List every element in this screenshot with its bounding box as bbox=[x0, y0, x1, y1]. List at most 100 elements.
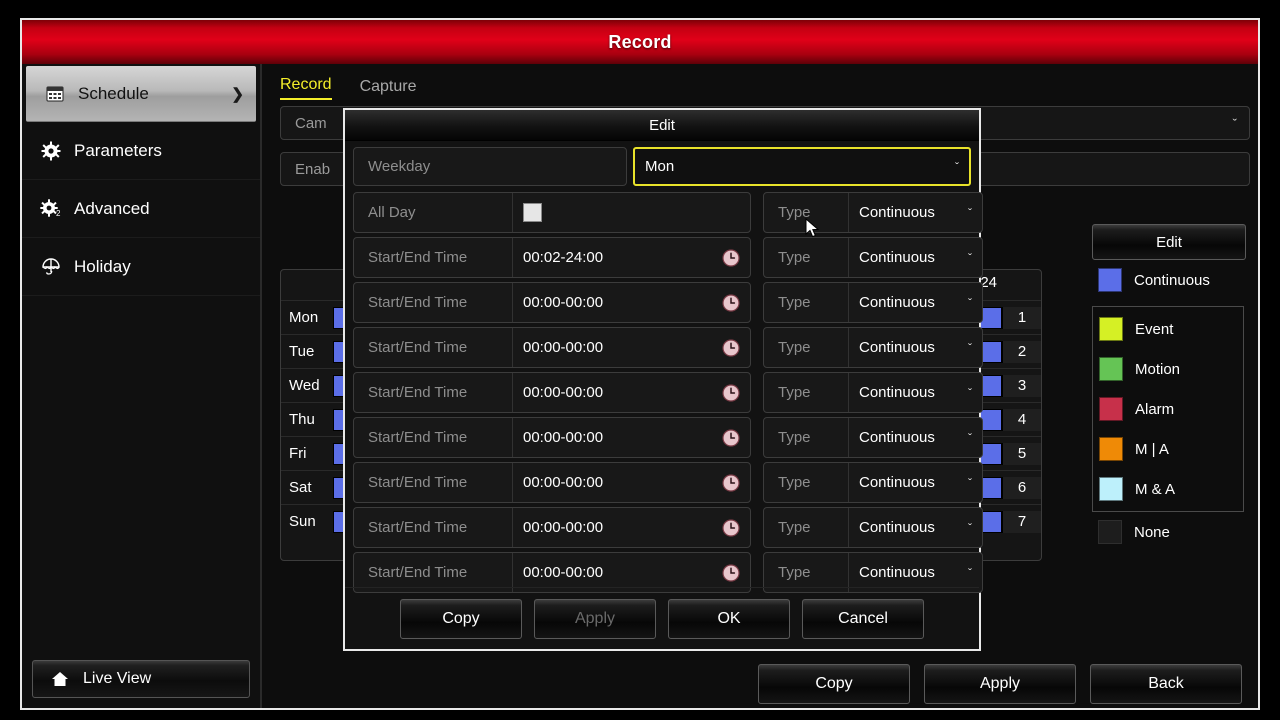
legend-row-continuous: Continuous bbox=[1092, 260, 1244, 300]
edit-button[interactable]: Edit bbox=[1092, 224, 1246, 260]
time-input[interactable]: 00:02-24:00 bbox=[512, 238, 750, 277]
start-end-label: Start/End Time bbox=[368, 384, 468, 401]
tab-capture[interactable]: Capture bbox=[360, 78, 417, 100]
legend-swatch bbox=[1099, 357, 1123, 381]
start-end-label-cell: Start/End Time bbox=[354, 283, 512, 322]
start-end-label: Start/End Time bbox=[368, 429, 468, 446]
back-button[interactable]: Back bbox=[1090, 664, 1242, 704]
sidebar-item-label: Advanced bbox=[74, 198, 150, 218]
legend-swatch bbox=[1098, 268, 1122, 292]
schedule-day-label: Tue bbox=[289, 343, 315, 360]
main-button-bar: Copy Apply Back bbox=[262, 656, 1258, 708]
schedule-row-number: 2 bbox=[1002, 340, 1041, 363]
legend-row-none: None bbox=[1092, 512, 1244, 552]
time-input[interactable]: 00:00-00:00 bbox=[512, 283, 750, 322]
time-input[interactable]: 00:00-00:00 bbox=[512, 328, 750, 367]
sidebar-item-schedule[interactable]: Schedule ❯ bbox=[26, 66, 256, 122]
schedule-row-number: 3 bbox=[1002, 374, 1041, 397]
dialog-copy-button[interactable]: Copy bbox=[400, 598, 522, 639]
type-value: Continuous bbox=[859, 249, 935, 266]
dialog-ok-button[interactable]: OK bbox=[668, 598, 790, 639]
type-label-cell: Type bbox=[764, 193, 848, 232]
start-end-label: Start/End Time bbox=[368, 474, 468, 491]
legend-label: M | A bbox=[1135, 440, 1169, 458]
chevron-down-icon: ˇ bbox=[968, 250, 972, 265]
clock-icon[interactable] bbox=[722, 338, 740, 357]
start-end-label: Start/End Time bbox=[368, 294, 468, 311]
dialog-apply-button[interactable]: Apply bbox=[534, 598, 656, 639]
legend-label: Motion bbox=[1135, 360, 1181, 378]
clock-icon[interactable] bbox=[722, 563, 740, 582]
schedule-row-number: 1 bbox=[1002, 306, 1041, 329]
clock-icon[interactable] bbox=[722, 428, 740, 447]
tab-record[interactable]: Record bbox=[280, 76, 332, 100]
gear-icon bbox=[40, 140, 62, 162]
clock-icon[interactable] bbox=[722, 293, 740, 312]
clock-icon[interactable] bbox=[722, 518, 740, 537]
type-label: Type bbox=[778, 204, 811, 221]
chevron-down-icon: ˇ bbox=[968, 340, 972, 355]
schedule-day-label: Fri bbox=[289, 445, 307, 462]
all-day-checkbox[interactable] bbox=[523, 203, 542, 222]
dialog-button-bar: Copy Apply OK Cancel bbox=[345, 587, 979, 649]
time-value: 00:00-00:00 bbox=[523, 564, 604, 581]
legend-label: Alarm bbox=[1135, 400, 1175, 418]
chevron-down-icon: ˇ bbox=[968, 520, 972, 535]
all-day-checkbox-cell[interactable] bbox=[512, 193, 750, 232]
clock-icon[interactable] bbox=[722, 383, 740, 402]
app-window: Record Schedule ❯ Parameters 2 Advanced … bbox=[20, 18, 1260, 710]
weekday-row: Weekday Mon ˇ bbox=[353, 147, 971, 186]
sidebar-item-label: Schedule bbox=[78, 83, 149, 103]
start-end-label-cell: Start/End Time bbox=[354, 418, 512, 457]
schedule-day-label: Sat bbox=[289, 479, 312, 496]
all-day-label: All Day bbox=[368, 204, 416, 221]
time-input[interactable]: 00:00-00:00 bbox=[512, 418, 750, 457]
type-select[interactable]: Continuous ˇ bbox=[848, 373, 982, 412]
sidebar-item-holiday[interactable]: Holiday bbox=[22, 238, 260, 296]
time-row: Start/End Time 00:00-00:00 Type Continuous ˇ bbox=[353, 552, 983, 593]
legend-label: Continuous bbox=[1134, 271, 1210, 289]
chevron-down-icon: ˇ bbox=[968, 475, 972, 490]
live-view-button[interactable]: Live View bbox=[32, 660, 250, 698]
legend-row: Event bbox=[1093, 309, 1243, 349]
time-input[interactable]: 00:00-00:00 bbox=[512, 463, 750, 502]
sidebar-item-advanced[interactable]: 2 Advanced bbox=[22, 180, 260, 238]
weekday-value: Mon bbox=[645, 158, 675, 175]
type-value: Continuous bbox=[859, 339, 935, 356]
type-select[interactable]: Continuous ˇ bbox=[848, 238, 982, 277]
weekday-select[interactable]: Mon ˇ bbox=[633, 147, 971, 186]
type-label-cell: Type bbox=[764, 238, 848, 277]
type-select[interactable]: Continuous ˇ bbox=[848, 463, 982, 502]
type-label: Type bbox=[778, 294, 811, 311]
type-label: Type bbox=[778, 564, 811, 581]
time-value: 00:00-00:00 bbox=[523, 339, 604, 356]
legend-label: None bbox=[1134, 523, 1170, 541]
type-select[interactable]: Continuous ˇ bbox=[848, 508, 982, 547]
type-select[interactable]: Continuous ˇ bbox=[848, 193, 982, 232]
type-select[interactable]: Continuous ˇ bbox=[848, 283, 982, 322]
apply-button[interactable]: Apply bbox=[924, 664, 1076, 704]
type-value: Continuous bbox=[859, 474, 935, 491]
clock-icon[interactable] bbox=[722, 473, 740, 492]
sidebar-item-parameters[interactable]: Parameters bbox=[22, 122, 260, 180]
start-end-label-cell: Start/End Time bbox=[354, 373, 512, 412]
type-value: Continuous bbox=[859, 429, 935, 446]
sidebar: Schedule ❯ Parameters 2 Advanced Holiday… bbox=[22, 64, 262, 708]
time-value: 00:00-00:00 bbox=[523, 384, 604, 401]
chevron-down-icon: ˇ bbox=[1232, 115, 1237, 131]
dialog-cancel-button[interactable]: Cancel bbox=[802, 598, 924, 639]
chevron-down-icon: ˇ bbox=[955, 159, 959, 174]
copy-button[interactable]: Copy bbox=[758, 664, 910, 704]
chevron-down-icon: ˇ bbox=[968, 205, 972, 220]
type-value: Continuous bbox=[859, 519, 935, 536]
chevron-down-icon: ˇ bbox=[968, 430, 972, 445]
time-input[interactable]: 00:00-00:00 bbox=[512, 508, 750, 547]
start-end-label: Start/End Time bbox=[368, 339, 468, 356]
type-select[interactable]: Continuous ˇ bbox=[848, 418, 982, 457]
clock-icon[interactable] bbox=[722, 248, 740, 267]
time-row: Start/End Time 00:02-24:00 Type Continuous ˇ bbox=[353, 237, 983, 278]
schedule-row-number: 4 bbox=[1002, 408, 1041, 431]
time-input[interactable]: 00:00-00:00 bbox=[512, 373, 750, 412]
weekday-label: Weekday bbox=[368, 158, 431, 175]
type-select[interactable]: Continuous ˇ bbox=[848, 328, 982, 367]
